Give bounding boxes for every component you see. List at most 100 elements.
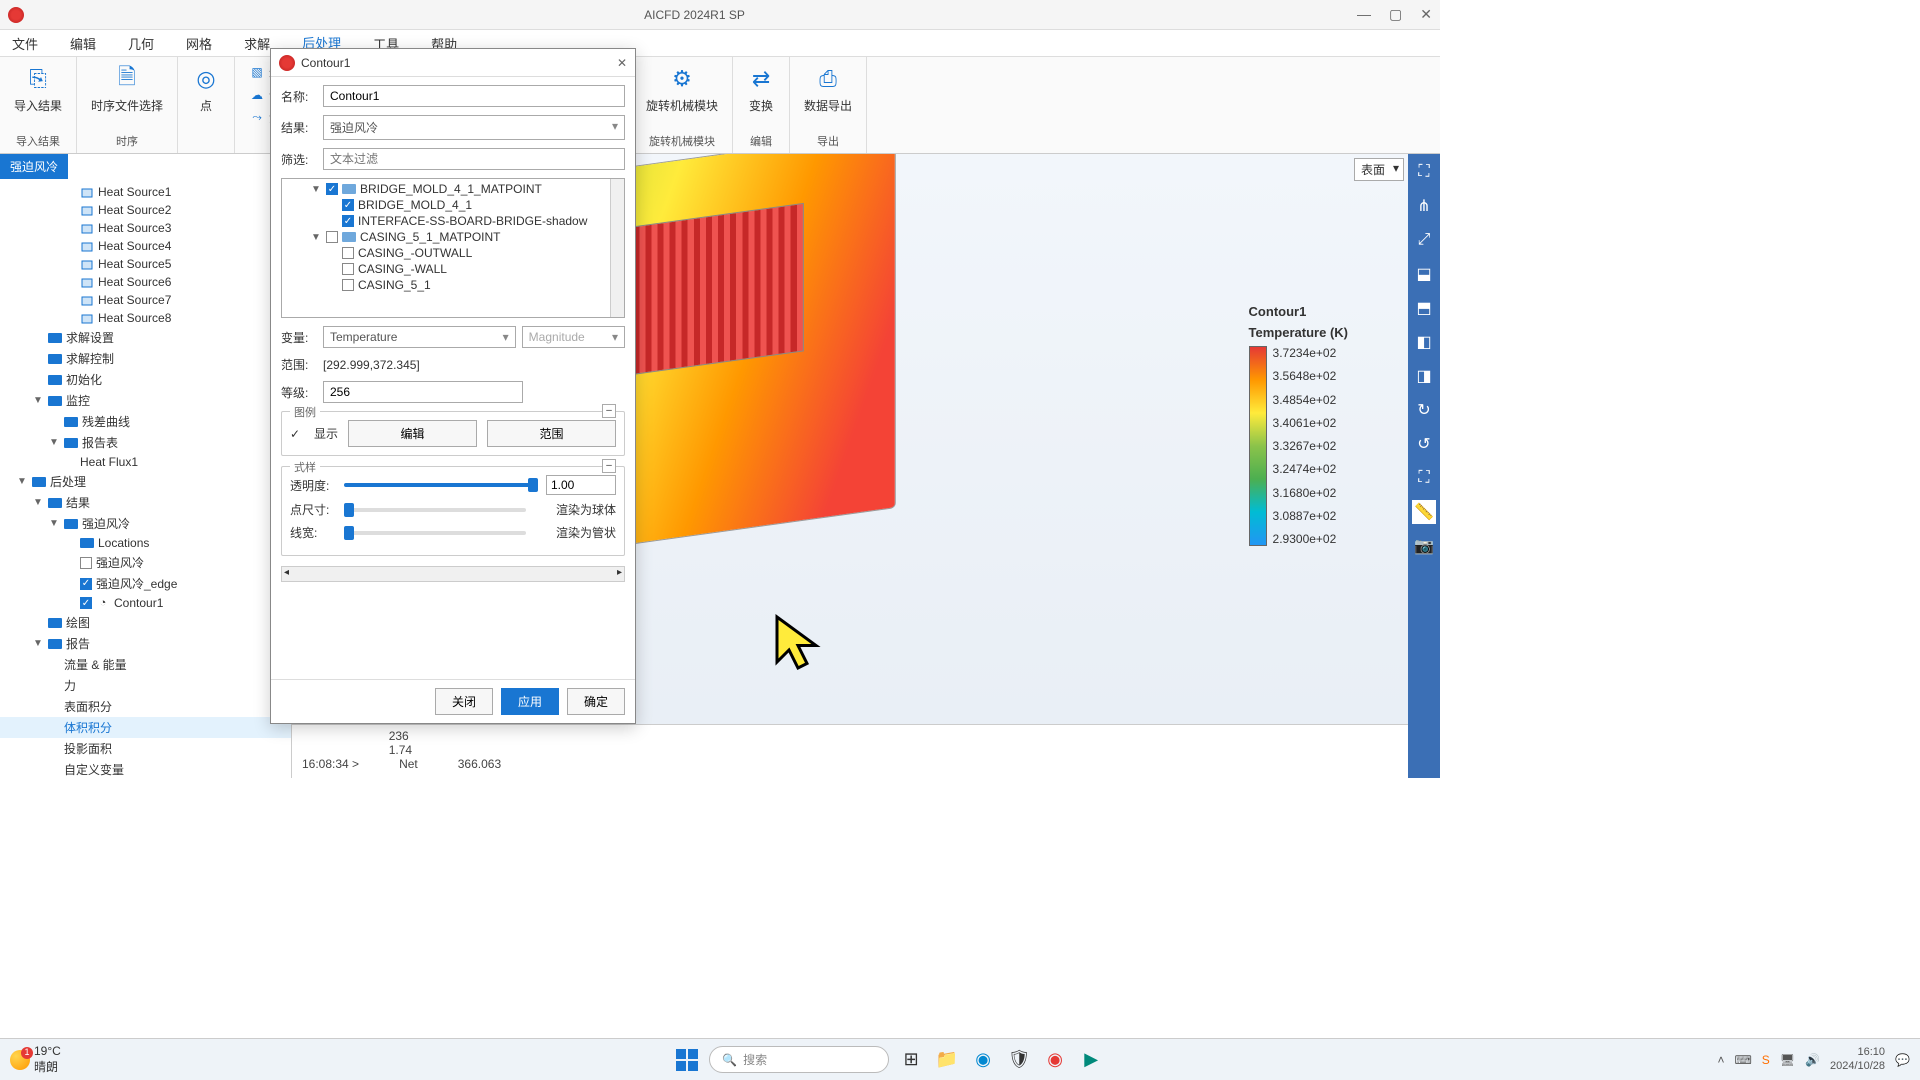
- chevron-down-icon[interactable]: ▼: [310, 232, 322, 243]
- tree-plot-folder[interactable]: 绘图: [0, 612, 291, 633]
- show-checkbox[interactable]: ✓: [290, 427, 304, 441]
- range-legend-button[interactable]: 范围: [487, 420, 616, 447]
- pointsize-slider[interactable]: [344, 508, 526, 512]
- checkbox[interactable]: [342, 263, 354, 275]
- tree-heatflux[interactable]: Heat Flux1: [0, 453, 291, 471]
- rotate-cw-icon[interactable]: ↻: [1412, 398, 1436, 422]
- tree-custom-variable[interactable]: 自定义变量: [0, 759, 291, 778]
- edit-legend-button[interactable]: 编辑: [348, 420, 477, 447]
- chevron-down-icon[interactable]: ▼: [16, 476, 28, 487]
- menu-edit[interactable]: 编辑: [66, 32, 100, 55]
- tree-flow-energy[interactable]: 流量 & 能量: [0, 654, 291, 675]
- checkbox-checked[interactable]: ✓: [342, 215, 354, 227]
- tree-heat-source3[interactable]: Heat Source3: [0, 219, 291, 237]
- explorer-icon[interactable]: 📁: [933, 1046, 961, 1074]
- tree-solve-control[interactable]: 求解控制: [0, 348, 291, 369]
- tree-heat-source1[interactable]: Heat Source1: [0, 183, 291, 201]
- tree-forced-edge[interactable]: ✓强迫风冷_edge: [0, 573, 291, 594]
- notifications-icon[interactable]: 💬: [1895, 1053, 1910, 1067]
- tree-force[interactable]: 力: [0, 675, 291, 696]
- menu-geometry[interactable]: 几何: [124, 32, 158, 55]
- tray-network-icon[interactable]: 🖥: [1780, 1053, 1795, 1067]
- checkbox-checked[interactable]: ✓: [80, 578, 92, 590]
- export-button[interactable]: ⎙ 数据导出: [800, 61, 856, 118]
- minimize-button[interactable]: —: [1357, 6, 1371, 23]
- tree-post[interactable]: ▼后处理: [0, 471, 291, 492]
- checkbox[interactable]: [326, 231, 338, 243]
- taskview-icon[interactable]: ⊞: [897, 1046, 925, 1074]
- apply-button[interactable]: 应用: [501, 688, 559, 715]
- edge-icon[interactable]: ◉: [969, 1046, 997, 1074]
- horizontal-scrollbar[interactable]: [281, 566, 625, 582]
- chevron-down-icon[interactable]: ▼: [310, 184, 322, 195]
- sphere-checkbox[interactable]: [534, 503, 548, 517]
- view-xz-icon[interactable]: ⬒: [1412, 296, 1436, 320]
- maximize-button[interactable]: ▢: [1389, 6, 1402, 23]
- filter-input[interactable]: [323, 148, 625, 170]
- close-button[interactable]: ✕: [1420, 6, 1432, 23]
- opacity-slider[interactable]: [344, 483, 538, 487]
- checkbox-checked[interactable]: ✓: [326, 183, 338, 195]
- tray-chevron-icon[interactable]: ˄: [1717, 1053, 1724, 1067]
- checkbox[interactable]: [80, 557, 92, 569]
- magnitude-select[interactable]: Magnitude: [522, 326, 625, 348]
- tree-panel[interactable]: 强迫风冷 Heat Source1 Heat Source2 Heat Sour…: [0, 154, 292, 778]
- result-select[interactable]: 强迫风冷: [323, 115, 625, 140]
- tree-forced-cooling[interactable]: ▼强迫风冷: [0, 513, 291, 534]
- chevron-down-icon[interactable]: ▼: [48, 518, 60, 529]
- expand-icon[interactable]: ⛶: [1412, 160, 1436, 184]
- tree-report-table[interactable]: ▼报告表: [0, 432, 291, 453]
- tree-locations[interactable]: Locations: [0, 534, 291, 552]
- menu-mesh[interactable]: 网格: [182, 32, 216, 55]
- chevron-down-icon[interactable]: ▼: [32, 638, 44, 649]
- checkbox-checked[interactable]: ✓: [80, 597, 92, 609]
- tree-report[interactable]: ▼报告: [0, 633, 291, 654]
- rotate-ccw-icon[interactable]: ↺: [1412, 432, 1436, 456]
- aicfd-app-icon[interactable]: ◉: [1041, 1046, 1069, 1074]
- tray-ime-icon[interactable]: ⌨: [1734, 1053, 1751, 1067]
- tree-surface-integral[interactable]: 表面积分: [0, 696, 291, 717]
- level-input[interactable]: [323, 381, 523, 403]
- transform-button[interactable]: ⇄ 变换: [743, 61, 779, 118]
- chevron-down-icon[interactable]: ▼: [32, 497, 44, 508]
- tree-heat-source7[interactable]: Heat Source7: [0, 291, 291, 309]
- opacity-input[interactable]: [546, 475, 616, 495]
- name-input[interactable]: [323, 85, 625, 107]
- chevron-down-icon[interactable]: ▼: [32, 395, 44, 406]
- tree-init[interactable]: 初始化: [0, 369, 291, 390]
- iso-icon[interactable]: ◨: [1412, 364, 1436, 388]
- weather-widget[interactable]: 1 19°C 晴朗: [10, 1044, 61, 1075]
- tree-heat-source6[interactable]: Heat Source6: [0, 273, 291, 291]
- view-yz-icon[interactable]: ◧: [1412, 330, 1436, 354]
- start-button[interactable]: [673, 1046, 701, 1074]
- collapse-button[interactable]: –: [602, 459, 616, 473]
- tree-monitor[interactable]: ▼监控: [0, 390, 291, 411]
- ruler-icon[interactable]: 📏: [1412, 500, 1436, 524]
- menu-file[interactable]: 文件: [8, 32, 42, 55]
- rotate-machinery-button[interactable]: ⚙ 旋转机械模块: [642, 61, 722, 118]
- collapse-button[interactable]: –: [602, 404, 616, 418]
- tree-heat-source2[interactable]: Heat Source2: [0, 201, 291, 219]
- tree-contour1[interactable]: ✓◔Contour1: [0, 594, 291, 612]
- fit-icon[interactable]: ⤢: [1412, 228, 1436, 252]
- tray-volume-icon[interactable]: 🔊: [1805, 1053, 1820, 1067]
- app-icon-2[interactable]: ▶: [1077, 1046, 1105, 1074]
- tree-solve-settings[interactable]: 求解设置: [0, 327, 291, 348]
- tree-heat-source5[interactable]: Heat Source5: [0, 255, 291, 273]
- dialog-close-button[interactable]: ✕: [617, 56, 627, 70]
- clock[interactable]: 16:10 2024/10/28: [1830, 1046, 1885, 1072]
- import-result-button[interactable]: ⎘ 导入结果: [10, 61, 66, 118]
- tube-checkbox[interactable]: [534, 526, 548, 540]
- tree-forced-item[interactable]: 强迫风冷: [0, 552, 291, 573]
- tree-projection-area[interactable]: 投影面积: [0, 738, 291, 759]
- axis-icon[interactable]: ⋔: [1412, 194, 1436, 218]
- fullscreen-icon[interactable]: ⛶: [1412, 466, 1436, 490]
- view-xy-icon[interactable]: ⬓: [1412, 262, 1436, 286]
- ok-button[interactable]: 确定: [567, 688, 625, 715]
- tree-tab[interactable]: 强迫风冷: [0, 154, 68, 179]
- camera-icon[interactable]: 📷: [1412, 534, 1436, 558]
- menu-solve[interactable]: 求解: [240, 32, 274, 55]
- tree-heat-source4[interactable]: Heat Source4: [0, 237, 291, 255]
- scrollbar[interactable]: [610, 179, 624, 317]
- linewidth-slider[interactable]: [344, 531, 526, 535]
